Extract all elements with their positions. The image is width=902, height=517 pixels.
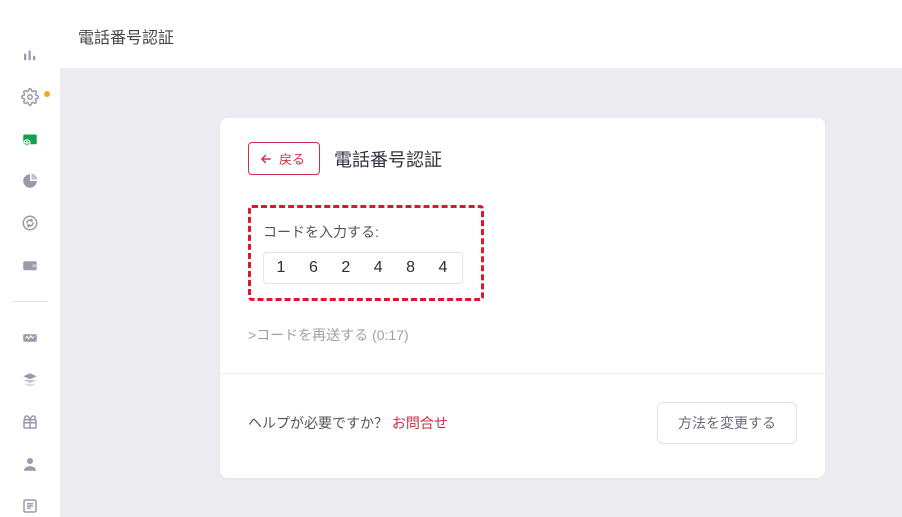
card-title: 電話番号認証 [334, 146, 442, 172]
code-digit-6: 4 [436, 259, 452, 277]
arrow-left-icon [259, 152, 273, 166]
page-title: 電話番号認証 [60, 0, 902, 68]
code-entry-highlight: コードを入力する: 1 6 2 4 8 4 [248, 205, 484, 301]
change-method-button[interactable]: 方法を変更する [657, 402, 797, 444]
main-area: 電話番号認証 戻る 電話番号認証 コードを入力する: 1 6 [60, 0, 902, 517]
resend-code-text: >コードを再送する (0:17) [248, 325, 797, 345]
deposit-icon[interactable] [20, 129, 40, 149]
layers-icon[interactable] [20, 370, 40, 390]
activity-icon[interactable] [20, 328, 40, 348]
gift-icon[interactable] [20, 412, 40, 432]
code-digit-1: 1 [274, 259, 290, 277]
contact-link[interactable]: お問合せ [392, 415, 448, 431]
code-digit-4: 4 [371, 259, 387, 277]
sidebar-separator [12, 301, 48, 302]
list-icon[interactable] [20, 496, 40, 516]
pie-icon[interactable] [20, 171, 40, 191]
back-button-label: 戻る [279, 149, 305, 168]
code-digit-5: 8 [404, 259, 420, 277]
notification-dot [44, 91, 50, 97]
code-digit-2: 6 [306, 259, 322, 277]
content-area: 戻る 電話番号認証 コードを入力する: 1 6 2 4 8 4 [60, 68, 902, 517]
resend-timer: 0:17 [377, 327, 404, 343]
chart-bar-icon[interactable] [20, 45, 40, 65]
sidebar [0, 0, 60, 517]
refresh-circle-icon[interactable] [20, 213, 40, 233]
back-button[interactable]: 戻る [248, 142, 320, 175]
help-text: ヘルプが必要ですか？ お問合せ [248, 413, 448, 433]
code-digit-3: 2 [339, 259, 355, 277]
code-label: コードを入力する: [263, 222, 463, 242]
verification-card: 戻る 電話番号認証 コードを入力する: 1 6 2 4 8 4 [220, 118, 825, 478]
user-icon[interactable] [20, 454, 40, 474]
wallet-icon[interactable] [20, 255, 40, 275]
code-input[interactable]: 1 6 2 4 8 4 [263, 252, 463, 284]
gear-icon[interactable] [20, 87, 40, 107]
